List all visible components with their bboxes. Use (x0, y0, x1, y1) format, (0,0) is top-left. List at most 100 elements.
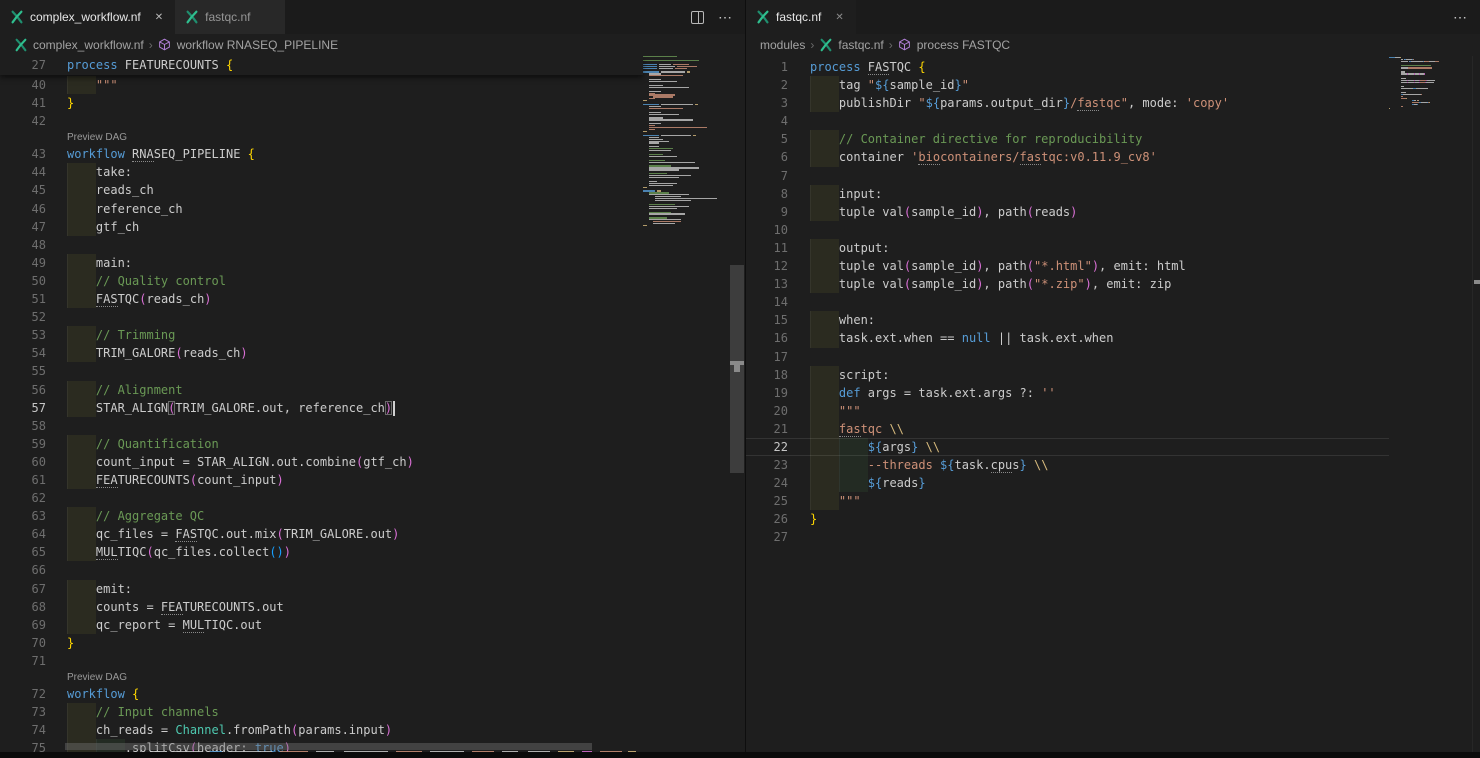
line-number[interactable]: 72 (0, 685, 67, 703)
code-line[interactable]: 14 (746, 293, 1389, 311)
code-line[interactable]: 24${reads} (746, 474, 1389, 492)
minimap-left[interactable] (643, 56, 730, 758)
code-line[interactable]: 55 (0, 362, 643, 380)
tab-fastqc-left[interactable]: fastqc.nf ✕ (175, 0, 285, 34)
code-line[interactable]: 64qc_files = FASTQC.out.mix(TRIM_GALORE.… (0, 525, 643, 543)
breadcrumb-item-folder[interactable]: modules (760, 38, 805, 52)
line-number[interactable]: 51 (0, 290, 67, 308)
code-line[interactable]: 61FEATURECOUNTS(count_input) (0, 471, 643, 489)
line-number[interactable]: 9 (746, 203, 810, 221)
line-number[interactable]: 63 (0, 507, 67, 525)
code-line[interactable]: 3publishDir "${params.output_dir}/fastqc… (746, 94, 1389, 112)
code-line[interactable]: 73// Input channels (0, 703, 643, 721)
line-number[interactable]: 44 (0, 163, 67, 181)
line-number[interactable]: 11 (746, 239, 810, 257)
breadcrumb-item-symbol[interactable]: workflow RNASEQ_PIPELINE (177, 38, 338, 52)
line-number[interactable]: 22 (746, 438, 810, 456)
line-number[interactable]: 49 (0, 254, 67, 272)
code-line[interactable]: 52 (0, 308, 643, 326)
line-number[interactable]: 50 (0, 272, 67, 290)
code-line[interactable]: 71 (0, 652, 643, 670)
code-line[interactable]: 56// Alignment (0, 381, 643, 399)
more-actions-icon[interactable]: ⋯ (1453, 9, 1468, 26)
tab-complex-workflow[interactable]: complex_workflow.nf ✕ (0, 0, 175, 34)
code-line[interactable]: 4 (746, 112, 1389, 130)
code-line[interactable]: 10 (746, 221, 1389, 239)
line-number[interactable]: 62 (0, 489, 67, 507)
code-line[interactable]: 20""" (746, 402, 1389, 420)
breadcrumb-item-symbol[interactable]: process FASTQC (917, 38, 1010, 52)
line-number[interactable]: 58 (0, 417, 67, 435)
line-number[interactable]: 6 (746, 148, 810, 166)
code-line[interactable]: 54TRIM_GALORE(reads_ch) (0, 344, 643, 362)
more-actions-icon[interactable]: ⋯ (718, 9, 733, 26)
code-line[interactable]: 51FASTQC(reads_ch) (0, 290, 643, 308)
code-line[interactable]: 41} (0, 94, 643, 112)
code-line[interactable]: 46reference_ch (0, 200, 643, 218)
tab-fastqc-right[interactable]: fastqc.nf ✕ (746, 0, 856, 34)
line-number[interactable]: 45 (0, 181, 67, 199)
code-editor-left[interactable]: 40"""41}42Preview DAG43workflow RNASEQ_P… (0, 56, 745, 758)
line-number[interactable]: 48 (0, 236, 67, 254)
code-line[interactable]: 50// Quality control (0, 272, 643, 290)
code-line[interactable]: 44take: (0, 163, 643, 181)
line-number[interactable]: 13 (746, 275, 810, 293)
code-line[interactable]: 68counts = FEATURECOUNTS.out (0, 598, 643, 616)
line-number[interactable]: 46 (0, 200, 67, 218)
close-icon[interactable]: ✕ (833, 11, 845, 24)
code-line[interactable]: 70} (0, 634, 643, 652)
line-number[interactable]: 24 (746, 474, 810, 492)
code-line[interactable]: 27process FEATURECOUNTS { (0, 56, 643, 75)
line-number[interactable]: 66 (0, 561, 67, 579)
line-number[interactable]: 56 (0, 381, 67, 399)
line-number[interactable]: 54 (0, 344, 67, 362)
code-line[interactable]: 13tuple val(sample_id), path("*.zip"), e… (746, 275, 1389, 293)
line-number[interactable]: 69 (0, 616, 67, 634)
line-number[interactable]: 64 (0, 525, 67, 543)
code-line[interactable]: 57STAR_ALIGN(TRIM_GALORE.out, reference_… (0, 399, 643, 417)
line-number[interactable]: 21 (746, 420, 810, 438)
sticky-scroll-line[interactable]: 27process FEATURECOUNTS { (0, 56, 643, 75)
line-number[interactable]: 26 (746, 510, 810, 528)
line-number[interactable]: 2 (746, 76, 810, 94)
codelens-preview-dag[interactable]: Preview DAG (0, 130, 643, 145)
code-line[interactable]: 72workflow { (0, 685, 643, 703)
breadcrumb-item-file[interactable]: fastqc.nf (838, 38, 883, 52)
line-number[interactable]: 14 (746, 293, 810, 311)
line-number[interactable]: 5 (746, 130, 810, 148)
code-line[interactable]: 67emit: (0, 580, 643, 598)
code-line[interactable]: 1process FASTQC { (746, 58, 1389, 76)
code-line[interactable]: 2tag "${sample_id}" (746, 76, 1389, 94)
line-number[interactable]: 52 (0, 308, 67, 326)
line-number[interactable]: 27 (0, 56, 67, 75)
close-icon[interactable]: ✕ (153, 11, 165, 24)
code-line[interactable]: 45reads_ch (0, 181, 643, 199)
code-line[interactable]: 16task.ext.when == null || task.ext.when (746, 329, 1389, 347)
line-number[interactable]: 42 (0, 112, 67, 130)
code-line[interactable]: 58 (0, 417, 643, 435)
line-number[interactable]: 73 (0, 703, 67, 721)
line-number[interactable]: 59 (0, 435, 67, 453)
code-line[interactable]: 43workflow RNASEQ_PIPELINE { (0, 145, 643, 163)
code-line[interactable]: 26} (746, 510, 1389, 528)
editor-group-divider[interactable] (745, 0, 746, 758)
line-number[interactable]: 3 (746, 94, 810, 112)
line-number[interactable]: 43 (0, 145, 67, 163)
line-number[interactable]: 40 (0, 76, 67, 94)
line-number[interactable]: 55 (0, 362, 67, 380)
code-line[interactable]: 22${args} \\ (746, 438, 1389, 456)
minimap-right[interactable] (1389, 56, 1473, 758)
code-line[interactable]: 18script: (746, 366, 1389, 384)
code-line[interactable]: 59// Quantification (0, 435, 643, 453)
line-number[interactable]: 53 (0, 326, 67, 344)
code-line[interactable]: 7 (746, 167, 1389, 185)
code-line[interactable]: 27 (746, 528, 1389, 546)
code-line[interactable]: 66 (0, 561, 643, 579)
overview-ruler-right[interactable] (1472, 56, 1480, 758)
vertical-scrollbar-left[interactable] (730, 56, 744, 758)
line-number[interactable]: 16 (746, 329, 810, 347)
code-line[interactable]: 19def args = task.ext.args ?: '' (746, 384, 1389, 402)
line-number[interactable]: 20 (746, 402, 810, 420)
line-number[interactable]: 61 (0, 471, 67, 489)
line-number[interactable]: 15 (746, 311, 810, 329)
